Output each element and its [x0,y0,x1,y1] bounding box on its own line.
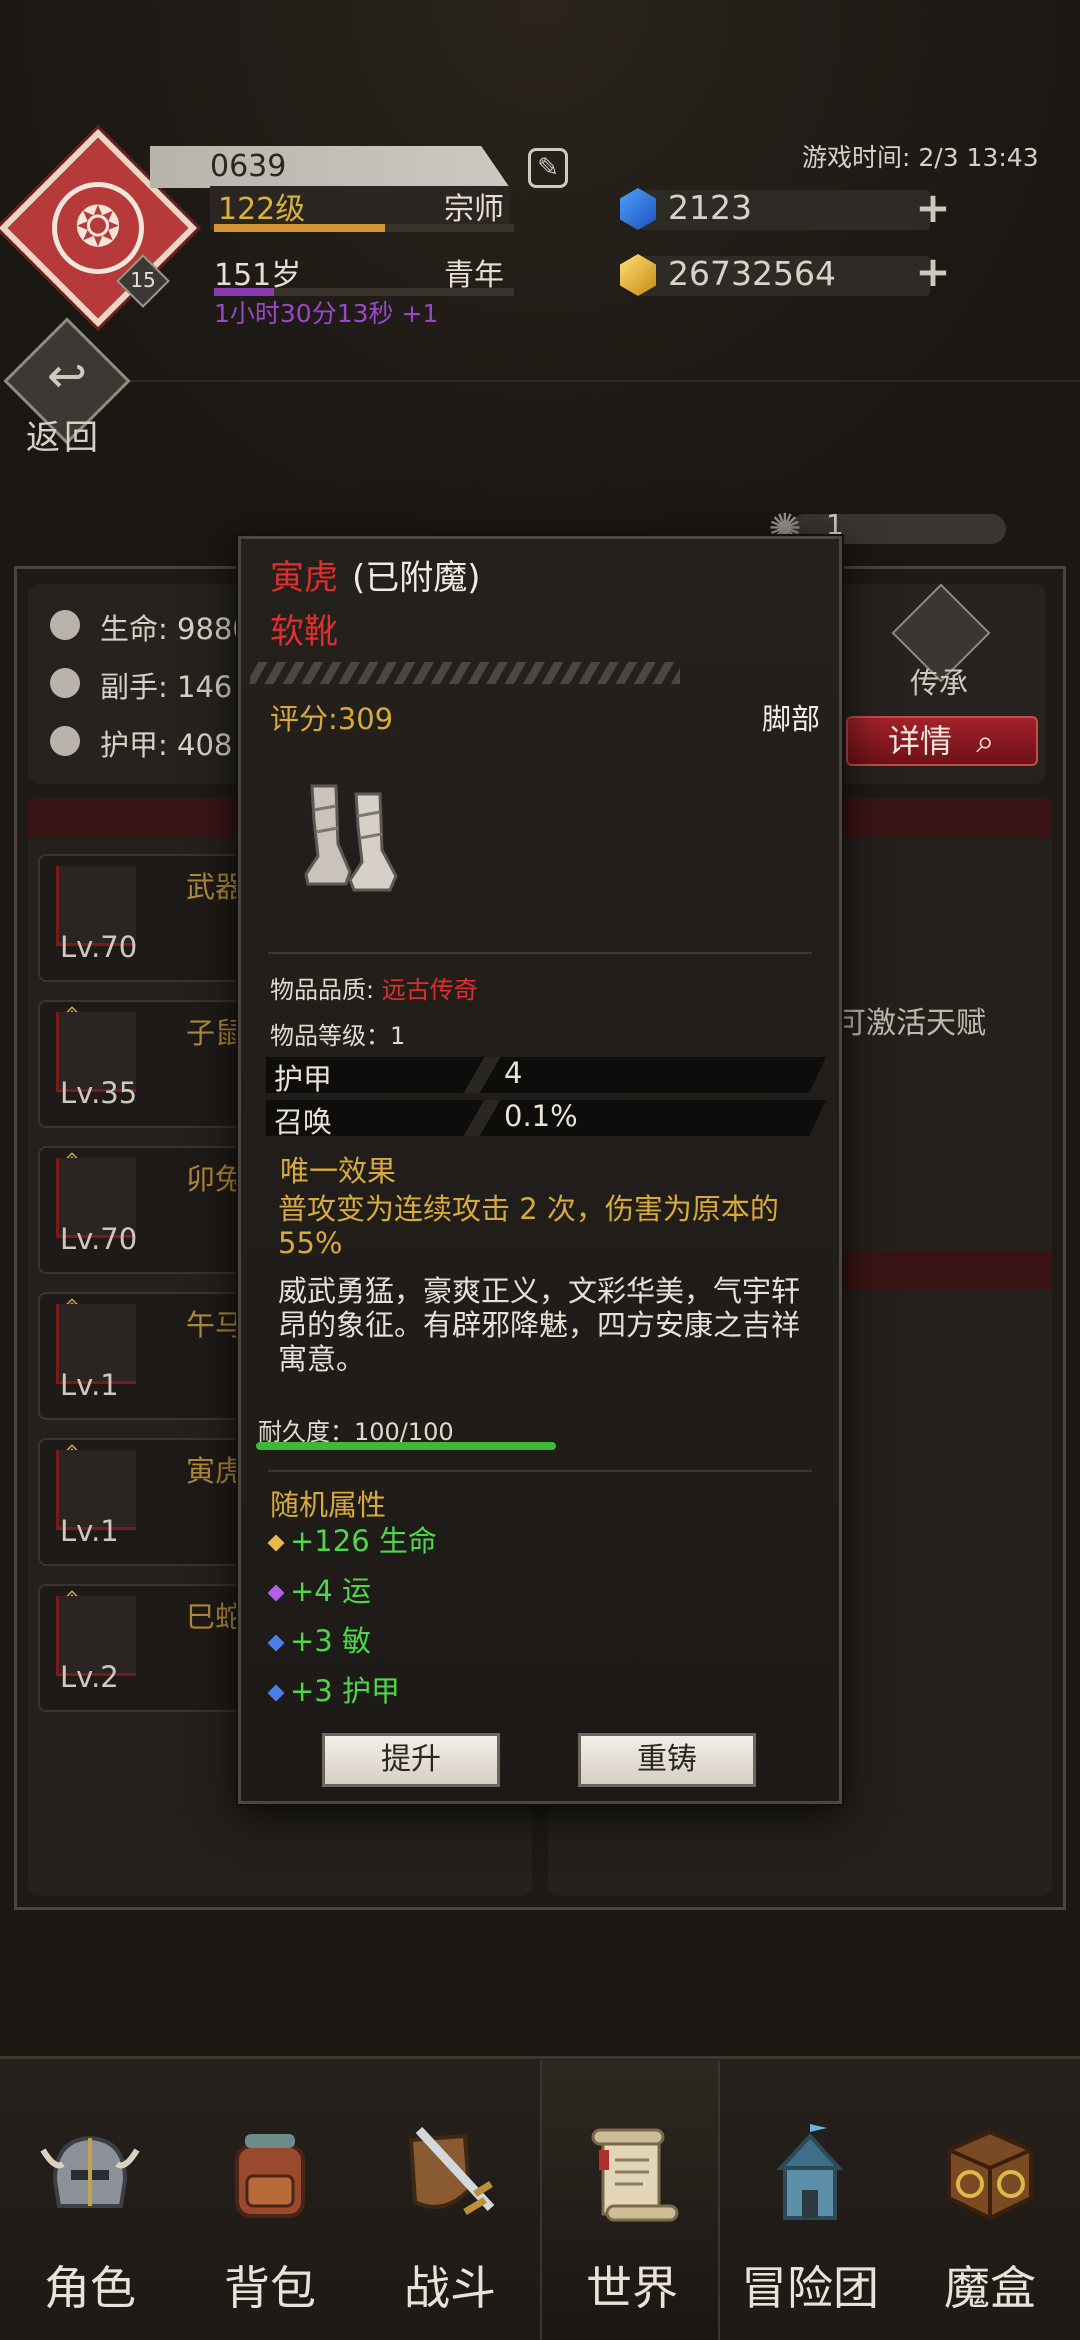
random-attr-text: +3 护甲 [290,1674,400,1708]
stat-hp: 生命: 9880 [100,612,251,646]
game-time: 游戏时间: 2/3 13:43 [802,143,1039,172]
enchant-status: (已附魔) [352,558,481,598]
player-id: 0639 [210,149,287,184]
modal-divider [268,1470,812,1472]
slot-level: Lv.2 [60,1660,119,1694]
slot-level: Lv.70 [60,930,138,964]
helmet-icon [30,2110,150,2240]
attr-row [266,1057,826,1093]
armor-icon [50,726,80,756]
add-gold-button[interactable]: + [914,251,952,293]
boots-icon [304,784,398,892]
gem-count: 2123 [668,188,752,227]
item-level: 物品等级：1 [270,1022,406,1050]
unique-effect-title: 唯一效果 [280,1154,397,1188]
attr-label: 召唤 [274,1105,333,1139]
unique-effect-desc: 普攻变为连续攻击 2 次，伤害为原本的55% [278,1192,779,1260]
talent-hint: 可激活天赋 [836,1006,986,1041]
nav-character[interactable]: 角色 [0,2060,180,2340]
nav-world[interactable]: 世界 [540,2060,720,2340]
gem-icon [267,1634,285,1652]
nav-label: 冒险团 [741,2261,879,2315]
player-id-bar [150,146,510,188]
item-score: 评分:309 [270,702,394,736]
scroll-icon [572,2110,692,2240]
gem-icon [267,1534,285,1552]
back-label[interactable]: 返回 [26,410,102,459]
nav-label: 角色 [44,2261,136,2315]
upgrade-button[interactable]: 提升 [322,1733,500,1787]
durability-fill [256,1442,556,1450]
slot-level: Lv.1 [60,1514,119,1548]
badge-level: 15 [130,268,156,292]
slot-name: 寅虎 [186,1454,245,1488]
attr-value: 0.1% [504,1099,578,1133]
slot-name: 武器 [186,870,245,904]
nav-label: 魔盒 [944,2261,1036,2315]
detail-label: 详情 [888,722,953,760]
slot-name: 卯兔 [186,1162,245,1196]
reforge-button[interactable]: 重铸 [578,1733,756,1787]
random-attr: +3 护甲 [267,1668,400,1710]
gem-icon [267,1684,285,1702]
gem-icon [267,1584,285,1602]
backpack-icon [210,2110,330,2240]
random-attr: +3 敏 [267,1618,371,1660]
slot-level: Lv.70 [60,1222,138,1256]
offhand-icon [50,668,80,698]
exp-bar-fill [214,224,385,232]
item-slot-part: 脚部 [762,702,821,736]
random-attr-text: +126 生命 [290,1524,437,1558]
gold-count: 26732564 [668,254,836,293]
random-attr: +4 运 [267,1568,371,1610]
nav-magic-box[interactable]: 魔盒 [900,2060,1080,2340]
detail-button[interactable]: 详情 ⌕ [846,716,1038,766]
random-attr-text: +4 运 [290,1574,371,1608]
slot-name: 子鼠 [186,1016,245,1050]
nav-label: 战斗 [404,2261,496,2315]
modal-divider [268,952,812,954]
slot-level: Lv.1 [60,1368,119,1402]
player-level: 122级 [218,192,306,227]
inherit-label[interactable]: 传承 [910,660,968,702]
age-timer: 1小时30分13秒 +1 [214,299,439,328]
nav-backpack[interactable]: 背包 [180,2060,360,2340]
add-gems-button[interactable]: + [914,187,952,229]
header-divider [130,380,1080,382]
slot-name: 巳蛇 [186,1600,245,1634]
search-icon: ⌕ [976,722,995,760]
nav-adventure-group[interactable]: 冒险团 [720,2060,900,2340]
quality-value: 远古传奇 [381,976,478,1004]
item-quality: 物品品质: 远古传奇 [270,970,478,1005]
magic-box-icon [930,2110,1050,2240]
edit-icon[interactable]: ✎ [528,148,568,188]
castle-icon [750,2110,870,2240]
sword-shield-icon [390,2110,510,2240]
nav-battle[interactable]: 战斗 [360,2060,540,2340]
nav-label: 背包 [224,2261,316,2315]
item-name: 寅虎 [270,558,338,598]
stat-armor: 护甲: 408 [100,728,233,762]
attr-value: 4 [504,1056,523,1090]
triskelion-icon: ❂ [52,182,144,274]
decorative-stripe [250,662,680,684]
back-arrow-icon: ↩ [46,348,88,404]
item-flavor-text: 威武勇猛，豪爽正义，文彩华美，气宇轩昂的象征。有辟邪降魅，四方安康之吉祥寓意。 [278,1274,801,1376]
slot-level: Lv.35 [60,1076,138,1110]
random-attr-text: +3 敏 [290,1624,371,1658]
player-rank: 宗师 [444,192,504,227]
nav-label: 世界 [586,2261,678,2315]
stat-offhand: 副手: 146 [100,670,233,704]
item-type: 软靴 [270,612,338,652]
quality-label: 物品品质: [270,976,382,1004]
heart-icon [50,610,80,640]
attr-label: 护甲 [274,1062,333,1096]
random-attr: +126 生命 [267,1518,437,1560]
slot-name: 午马 [186,1308,245,1342]
